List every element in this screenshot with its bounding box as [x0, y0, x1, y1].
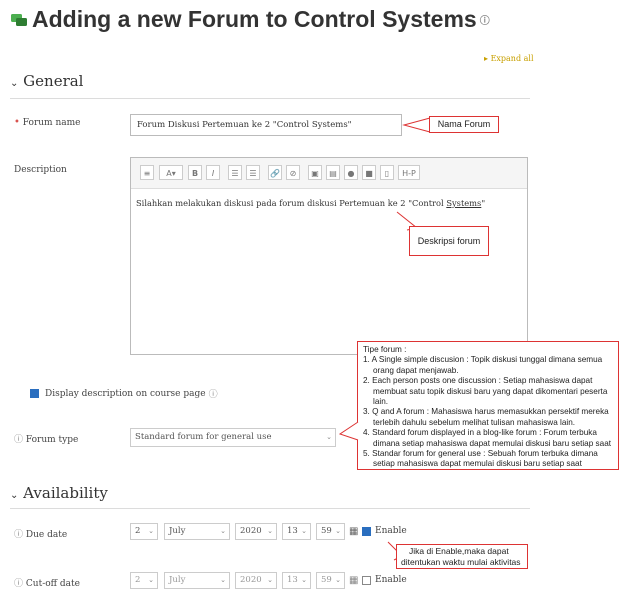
tip-item: 4. Standard forum displayed in a blog-li… — [363, 428, 612, 448]
due-year-select[interactable]: 2020 ⌄ — [235, 523, 277, 540]
help-circle-icon[interactable]: ⓘ — [209, 387, 218, 400]
link-icon[interactable]: 🔗 — [268, 165, 282, 180]
forum-type-tip-box: Tipe forum : 1. A Single simple discusio… — [357, 341, 619, 470]
display-description-label: Display description on course page — [45, 388, 206, 399]
section-availability-title: Availability — [23, 484, 108, 502]
forum-type-label: ⓘ Forum type — [14, 435, 79, 445]
forum-module-icon — [11, 13, 27, 26]
description-label: Description — [14, 165, 67, 175]
due-enable-label: Enable — [375, 526, 407, 536]
cutoff-month-select[interactable]: July ⌄ — [164, 572, 230, 589]
cutoff-minute-select[interactable]: 59 ⌄ — [316, 572, 345, 589]
file-icon[interactable]: ▯ — [380, 165, 394, 180]
forum-name-callout: Nama Forum — [429, 116, 499, 133]
media-icon[interactable]: ▤ — [326, 165, 340, 180]
cutoff-day-select[interactable]: 2 ⌄ — [130, 572, 158, 589]
ordered-list-icon[interactable]: ☰ — [246, 165, 260, 180]
display-description-row[interactable]: Display description on course page ⓘ — [30, 387, 218, 400]
tip-item: 1. A Single simple discusion : Topik dis… — [363, 355, 603, 375]
forum-name-callout-pointer — [402, 117, 431, 133]
page-title-text: Adding a new Forum to Control Systems — [32, 6, 477, 32]
section-divider — [10, 98, 530, 99]
cutoff-enable-checkbox[interactable] — [362, 575, 371, 585]
tip-item: 5. Standar forum for general use : Sebua… — [363, 449, 598, 469]
cutoff-date-label: ⓘ Cut-off date — [14, 579, 80, 589]
calendar-icon[interactable]: ▦ — [349, 526, 358, 537]
due-enable-row[interactable]: Enable — [362, 526, 407, 536]
cutoff-hour-select[interactable]: 13 ⌄ — [282, 572, 311, 589]
bold-button[interactable]: B — [188, 165, 202, 180]
collapse-chevron-icon: ⌄ — [10, 78, 19, 89]
cutoff-enable-label: Enable — [375, 575, 407, 585]
section-divider — [10, 508, 530, 509]
editor-toolbar: ≡ A▾ B I ☰ ☰ 🔗 ⊘ ▣ ▤ ● ■ ▯ H-P — [131, 158, 527, 189]
due-hour-select[interactable]: 13 ⌄ — [282, 523, 311, 540]
collapse-chevron-icon: ⌄ — [10, 490, 19, 501]
tip-item: 3. Q and A forum : Mahasiswa harus memas… — [363, 407, 609, 427]
help-circle-icon[interactable]: ⓘ — [14, 530, 23, 540]
italic-button[interactable]: I — [206, 165, 220, 180]
expand-all-link[interactable]: ▸ Expand all — [484, 54, 534, 63]
due-day-select[interactable]: 2 ⌄ — [130, 523, 158, 540]
section-general-title: General — [23, 72, 84, 90]
image-icon[interactable]: ▣ — [308, 165, 322, 180]
due-month-select[interactable]: July ⌄ — [164, 523, 230, 540]
tip-item: 2. Each person posts one discussion : Se… — [363, 376, 608, 407]
help-circle-icon[interactable]: ⓘ — [14, 435, 23, 445]
page-title: Adding a new Forum to Control Systems ⓘ — [10, 6, 490, 33]
font-style-button[interactable]: A▾ — [159, 165, 183, 180]
toolbar-toggle-icon[interactable]: ≡ — [140, 165, 154, 180]
due-date-label: ⓘ Due date — [14, 530, 68, 540]
calendar-icon[interactable]: ▦ — [349, 575, 358, 586]
unordered-list-icon[interactable]: ☰ — [228, 165, 242, 180]
required-icon: • — [14, 117, 20, 128]
forum-name-label: • Forum name — [14, 117, 81, 128]
video-icon[interactable]: ■ — [362, 165, 376, 180]
microphone-icon[interactable]: ● — [344, 165, 358, 180]
forum-type-select[interactable]: Standard forum for general use ⌄ — [130, 428, 336, 447]
tip-callout-pointer — [338, 421, 359, 441]
due-minute-select[interactable]: 59 ⌄ — [316, 523, 345, 540]
tip-title: Tipe forum : — [363, 345, 407, 354]
help-circle-icon[interactable]: ⓘ — [480, 12, 490, 27]
unlink-icon[interactable]: ⊘ — [286, 165, 300, 180]
availability-callout: Jika di Enable,maka dapat ditentukan wak… — [396, 544, 528, 569]
section-availability-header[interactable]: ⌄ Availability — [10, 484, 108, 502]
forum-name-input[interactable]: Forum Diskusi Pertemuan ke 2 "Control Sy… — [130, 114, 402, 136]
description-text[interactable]: Silahkan melakukan diskusi pada forum di… — [136, 198, 485, 208]
cutoff-year-select[interactable]: 2020 ⌄ — [235, 572, 277, 589]
description-editor[interactable]: ≡ A▾ B I ☰ ☰ 🔗 ⊘ ▣ ▤ ● ■ ▯ H-P Silahkan … — [130, 157, 528, 355]
display-description-checkbox[interactable] — [30, 389, 39, 398]
description-callout: Deskripsi forum — [409, 226, 489, 256]
help-circle-icon[interactable]: ⓘ — [14, 579, 23, 589]
due-enable-checkbox[interactable] — [362, 526, 371, 536]
h5p-icon[interactable]: H-P — [398, 165, 420, 180]
cutoff-enable-row[interactable]: Enable — [362, 575, 407, 585]
section-general-header[interactable]: ⌄ General — [10, 72, 83, 90]
